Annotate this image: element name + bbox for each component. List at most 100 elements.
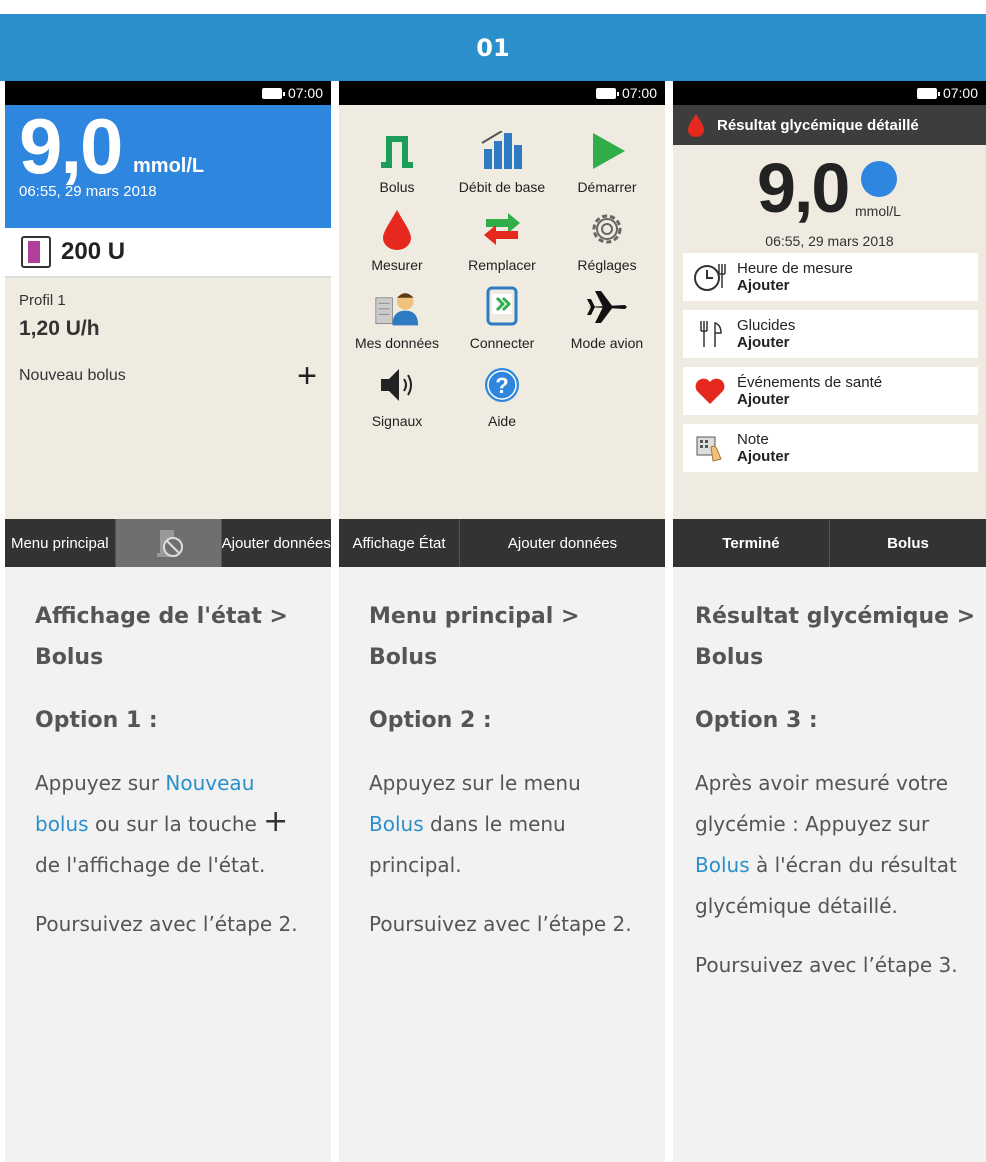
bolus-link[interactable]: Bolus: [369, 812, 424, 836]
instruction-text: Après avoir mesuré votre glycémie : Appu…: [695, 771, 949, 836]
new-bolus-row[interactable]: Nouveau bolus +: [19, 359, 331, 393]
cartridge-icon: [21, 236, 51, 268]
menu-item-help[interactable]: ? Aide: [452, 363, 552, 429]
option-3-label: Option 3 :: [695, 708, 818, 733]
menu-label: Connecter: [469, 335, 535, 351]
menu-item-signals[interactable]: Signaux: [347, 363, 447, 429]
softkey-bar: Terminé Bolus: [673, 519, 986, 567]
card-label: Événements de santé: [737, 374, 883, 391]
menu-item-connect[interactable]: Connecter: [452, 285, 552, 351]
menu-item-airplane-mode[interactable]: Mode avion: [557, 285, 657, 351]
status-bar: 07:00: [339, 81, 665, 105]
card-label: Note: [737, 431, 769, 448]
menu-label: Mes données: [354, 335, 440, 351]
option-2-label: Option 2 :: [369, 708, 492, 733]
screen-title-bar: Résultat glycémique détaillé: [673, 105, 986, 145]
menu-item-my-data[interactable]: Mes données: [347, 285, 447, 351]
menu-item-bolus[interactable]: Bolus: [347, 129, 447, 195]
menu-item-start[interactable]: Démarrer: [557, 129, 657, 195]
menu-item-measure[interactable]: Mesurer: [347, 207, 447, 273]
option-2-column: 07:00 Bolus Débit de base Démarrer Mesur…: [339, 81, 665, 1162]
main-menu-button[interactable]: Menu principal: [5, 519, 115, 567]
basal-rate-icon: [479, 129, 525, 173]
plus-icon: +: [263, 804, 289, 839]
profile-name: Profil 1: [19, 292, 66, 309]
my-data-icon: [374, 285, 420, 329]
menu-item-basal-rate[interactable]: Débit de base: [452, 129, 552, 195]
softkey-bar: Affichage État Ajouter données: [339, 519, 665, 567]
instruction-text: ou sur la touche: [88, 812, 264, 836]
menu-item-replace[interactable]: Remplacer: [452, 207, 552, 273]
battery-icon: [595, 87, 619, 99]
instruction-text: Appuyez sur le menu: [369, 771, 581, 795]
menu-label: Réglages: [577, 257, 637, 273]
menu-label: Aide: [487, 413, 517, 429]
note-card[interactable]: Note Ajouter: [683, 424, 978, 472]
blood-drop-icon: [374, 207, 420, 251]
menu-label: Signaux: [371, 413, 423, 429]
measure-time-card[interactable]: Heure de mesure Ajouter: [683, 253, 978, 301]
option-2-description: Menu principal > Bolus Option 2 : Appuye…: [369, 596, 639, 963]
glucose-unit: mmol/L: [133, 155, 205, 177]
option-2-title: Menu principal > Bolus: [369, 604, 580, 670]
connect-icon: [479, 285, 525, 329]
card-label: Heure de mesure: [737, 260, 853, 277]
battery-icon: [916, 87, 940, 99]
add-data-button[interactable]: Ajouter données: [220, 519, 332, 567]
option-2-instruction: Appuyez sur le menu Bolus dans le menu p…: [369, 763, 639, 886]
card-action: Ajouter: [737, 391, 790, 408]
menu-label: Bolus: [379, 179, 415, 195]
option-3-column: 07:00 Résultat glycémique détaillé 9,0 m…: [673, 81, 986, 1162]
option-3-title: Résultat glycémique > Bolus: [695, 604, 976, 670]
health-events-card[interactable]: Événements de santé Ajouter: [683, 367, 978, 415]
clock-time: 07:00: [287, 85, 323, 101]
insulin-cartridge-row: 200 U: [5, 228, 331, 278]
new-bolus-label: Nouveau bolus: [19, 367, 126, 384]
help-icon: ?: [479, 363, 525, 407]
bolus-link[interactable]: Bolus: [695, 853, 750, 877]
swap-arrows-icon: [479, 207, 525, 251]
bolus-button[interactable]: Bolus: [829, 519, 986, 567]
menu-label: Mesurer: [371, 257, 423, 273]
done-button[interactable]: Terminé: [673, 519, 829, 567]
main-menu-screen: 07:00 Bolus Débit de base Démarrer Mesur…: [339, 81, 665, 567]
bolus-icon: [374, 129, 420, 173]
heart-icon: [695, 378, 725, 404]
card-action: Ajouter: [737, 448, 790, 465]
target-range-indicator-icon: [861, 161, 897, 197]
carbs-card[interactable]: Glucides Ajouter: [683, 310, 978, 358]
menu-grid: Bolus Débit de base Démarrer Mesurer Rem…: [347, 129, 657, 429]
add-data-button[interactable]: Ajouter données: [459, 519, 665, 567]
pump-stopped-icon: [157, 530, 183, 557]
gear-icon: [584, 207, 630, 251]
speaker-icon: [374, 363, 420, 407]
option-1-label: Option 1 :: [35, 708, 158, 733]
option-2-next-step: Poursuivez avec l’étape 2.: [369, 912, 632, 936]
option-1-next-step: Poursuivez avec l’étape 2.: [35, 912, 298, 936]
glucose-timestamp: 06:55, 29 mars 2018: [765, 233, 894, 249]
status-bar: 07:00: [673, 81, 986, 105]
card-label: Glucides: [737, 317, 796, 334]
glucose-unit: mmol/L: [855, 203, 901, 219]
option-3-next-step: Poursuivez avec l’étape 3.: [695, 953, 958, 977]
pump-stop-button[interactable]: [114, 519, 221, 567]
instruction-text: de l'affichage de l'état.: [35, 853, 266, 877]
glucose-timestamp: 06:55, 29 mars 2018: [19, 183, 157, 200]
clock-time: 07:00: [621, 85, 657, 101]
plus-icon[interactable]: +: [297, 359, 317, 393]
status-display-button[interactable]: Affichage État: [339, 519, 459, 567]
menu-item-settings[interactable]: Réglages: [557, 207, 657, 273]
basal-profile-area: Profil 1 1,20 U/h Nouveau bolus +: [5, 278, 331, 393]
softkey-bar: Menu principal Ajouter données: [5, 519, 331, 567]
battery-icon: [261, 87, 285, 99]
glucose-result-area[interactable]: 9,0 mmol/L 06:55, 29 mars 2018: [5, 105, 331, 228]
option-1-column: 07:00 9,0 mmol/L 06:55, 29 mars 2018 200…: [5, 81, 331, 1162]
airplane-icon: [584, 285, 630, 329]
screen-title: Résultat glycémique détaillé: [717, 116, 919, 134]
play-icon: [584, 129, 630, 173]
clock-time: 07:00: [942, 85, 978, 101]
glucose-value: 9,0: [757, 149, 850, 227]
option-1-title: Affichage de l'état > Bolus: [35, 604, 288, 670]
card-action: Ajouter: [737, 277, 790, 294]
menu-label: Mode avion: [570, 335, 644, 351]
